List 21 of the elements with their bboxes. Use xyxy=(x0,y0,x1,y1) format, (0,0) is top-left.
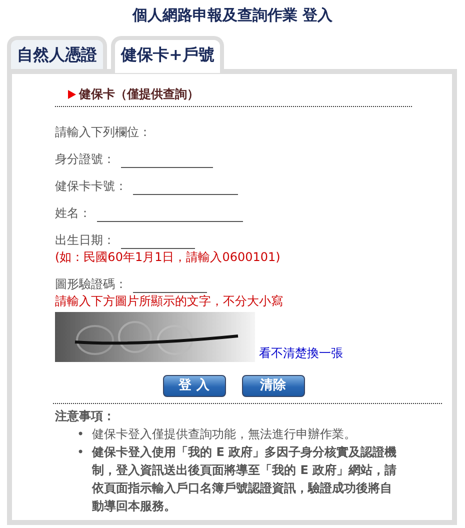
field-label: 健保卡卡號： xyxy=(55,178,127,195)
field-label: 姓名： xyxy=(55,205,91,222)
triangle-icon xyxy=(68,90,76,98)
section-heading: 健保卡（僅提供查詢） xyxy=(79,86,199,103)
field-label: 圖形驗證碼： xyxy=(55,276,127,293)
notes-title: 注意事項： xyxy=(55,408,116,425)
button[interactable]: 清除 xyxy=(242,375,304,397)
page-title: 個人網路申報及查詢作業 登入 xyxy=(131,5,334,26)
bullet-text: • xyxy=(77,426,84,443)
hint-text: 請輸入下方圖片所顯示的文字，不分大小寫 xyxy=(55,293,284,310)
button[interactable]: 登 入 xyxy=(162,375,226,397)
bullet-text: • xyxy=(77,444,84,461)
prompt-text: 請輸入下列欄位： xyxy=(55,124,151,141)
field-label: 身分證號： xyxy=(55,151,115,168)
field-label: 出生日期： xyxy=(55,232,115,249)
tab[interactable]: 健保卡+戶號 xyxy=(111,36,224,73)
note-item: 健保卡登入使用「我的 E 政府」多因子身分核實及認證機制，登入資訊送出後頁面將導至「我的 E 政府」網站，請依頁面指示輸入戶口名簿戶號認證資訊，驗證成功後將自動導回本服務。 xyxy=(92,444,398,515)
note-item: 健保卡登入僅提供查詢功能，無法進行申辦作業。 xyxy=(92,426,356,443)
refresh-link[interactable]: 看不清楚換一張 xyxy=(259,344,343,362)
tab[interactable]: 自然人憑證 xyxy=(7,36,107,69)
hint-text: (如：民國60年1月1日，請輸入0600101) xyxy=(55,249,282,266)
